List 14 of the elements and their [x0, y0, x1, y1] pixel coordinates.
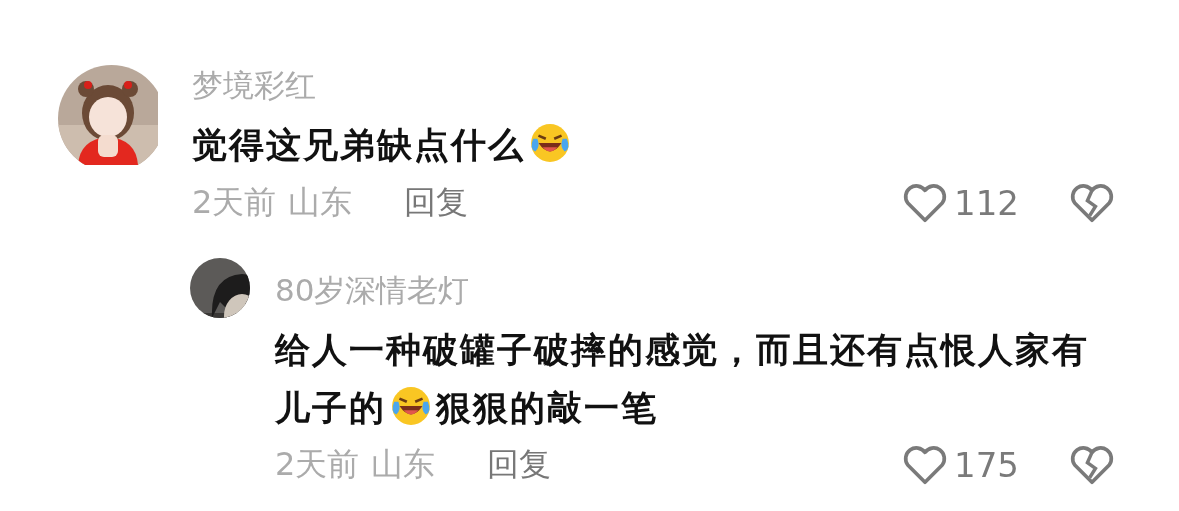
comment-location: 山东 — [371, 444, 436, 485]
like-count: 112 — [954, 183, 1019, 223]
comment-text: 觉得这兄弟缺点什么 — [192, 116, 575, 174]
comment-time: 2天前 — [275, 444, 360, 485]
username[interactable]: 梦境彩红 — [192, 62, 316, 108]
reply-link[interactable]: 回复 — [487, 443, 552, 487]
comment-text: 给人一种破罐子破摔的感觉，而且还有点恨人家有儿子的 狠狠的敲一笔 — [275, 329, 1090, 430]
laughing-crying-emoji-icon — [529, 122, 571, 164]
laughing-crying-emoji-icon — [390, 385, 432, 427]
comment-location: 山东 — [288, 182, 353, 223]
like-count: 175 — [954, 445, 1019, 485]
reply-link[interactable]: 回复 — [404, 181, 469, 225]
username[interactable]: 80岁深情老灯 — [275, 267, 470, 313]
comment-time: 2天前 — [192, 182, 277, 223]
